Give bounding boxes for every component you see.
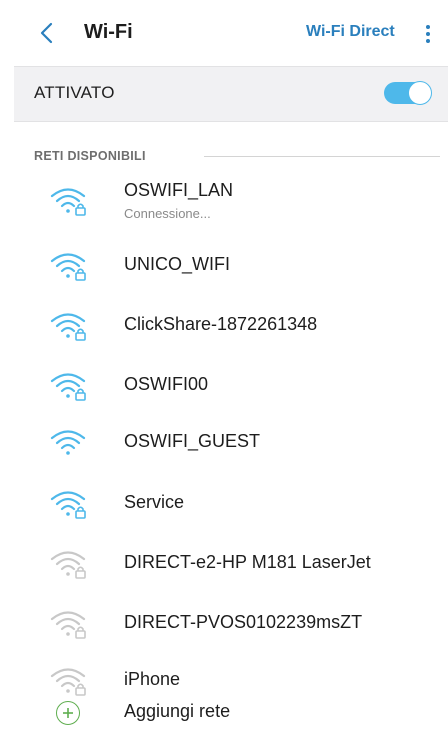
- network-row[interactable]: ClickShare-1872261348: [14, 295, 448, 355]
- wifi-toggle-switch[interactable]: [384, 81, 432, 105]
- network-row[interactable]: OSWIFI_GUEST: [14, 412, 448, 472]
- available-networks-section: RETI DISPONIBILI OSWIFI_LAN Connessione..…: [14, 122, 448, 754]
- wifi-locked-icon: [50, 253, 86, 281]
- wifi-locked-icon: [50, 313, 86, 341]
- section-header: RETI DISPONIBILI: [34, 149, 146, 163]
- wifi-locked-icon: [50, 611, 86, 639]
- network-name: Service: [124, 492, 185, 512]
- section-divider: [204, 156, 440, 157]
- network-row[interactable]: UNICO_WIFI: [14, 235, 448, 295]
- network-row[interactable]: DIRECT-e2-HP M181 LaserJet: [14, 533, 448, 593]
- wifi-locked-icon: [50, 491, 86, 519]
- back-button[interactable]: [34, 20, 58, 46]
- wifi-master-toggle-row[interactable]: ATTIVATO: [14, 66, 448, 122]
- network-row[interactable]: OSWIFI_LAN Connessione...: [14, 170, 448, 230]
- left-gutter: [0, 0, 14, 754]
- switch-knob: [408, 81, 432, 105]
- more-vert-icon-dot: [426, 39, 430, 43]
- wifi-locked-icon: [50, 373, 86, 401]
- add-icon: [56, 701, 80, 725]
- more-options-button[interactable]: [418, 20, 438, 48]
- network-name: OSWIFI_GUEST: [124, 431, 261, 451]
- add-network-label: Aggiungi rete: [124, 701, 231, 721]
- network-name: DIRECT-e2-HP M181 LaserJet: [124, 552, 371, 572]
- network-name: DIRECT-PVOS0102239msZT: [124, 612, 363, 632]
- network-row[interactable]: Service: [14, 473, 448, 533]
- more-vert-icon: [426, 25, 430, 29]
- toggle-label: ATTIVATO: [34, 83, 115, 102]
- network-row[interactable]: DIRECT-PVOS0102239msZT: [14, 593, 448, 653]
- network-status: Connessione...: [124, 206, 211, 221]
- network-name: UNICO_WIFI: [124, 254, 230, 274]
- app-header: Wi-Fi Wi-Fi Direct: [14, 0, 448, 66]
- wifi-locked-icon: [50, 188, 86, 216]
- network-name: OSWIFI_LAN: [124, 180, 234, 200]
- network-row[interactable]: OSWIFI00: [14, 355, 448, 415]
- wifi-icon: [50, 430, 86, 455]
- network-name: OSWIFI00: [124, 374, 209, 394]
- network-name: ClickShare-1872261348: [124, 314, 318, 334]
- add-network-row[interactable]: Aggiungi rete: [14, 682, 448, 742]
- page-title: Wi-Fi: [84, 21, 133, 43]
- more-vert-icon-dot: [426, 32, 430, 36]
- wifi-direct-button[interactable]: Wi-Fi Direct: [306, 23, 395, 41]
- wifi-locked-icon: [50, 551, 86, 579]
- chevron-left-icon: [40, 22, 53, 44]
- wifi-settings-screen: Wi-Fi Wi-Fi Direct ATTIVATO RETI DISPONI…: [0, 0, 448, 754]
